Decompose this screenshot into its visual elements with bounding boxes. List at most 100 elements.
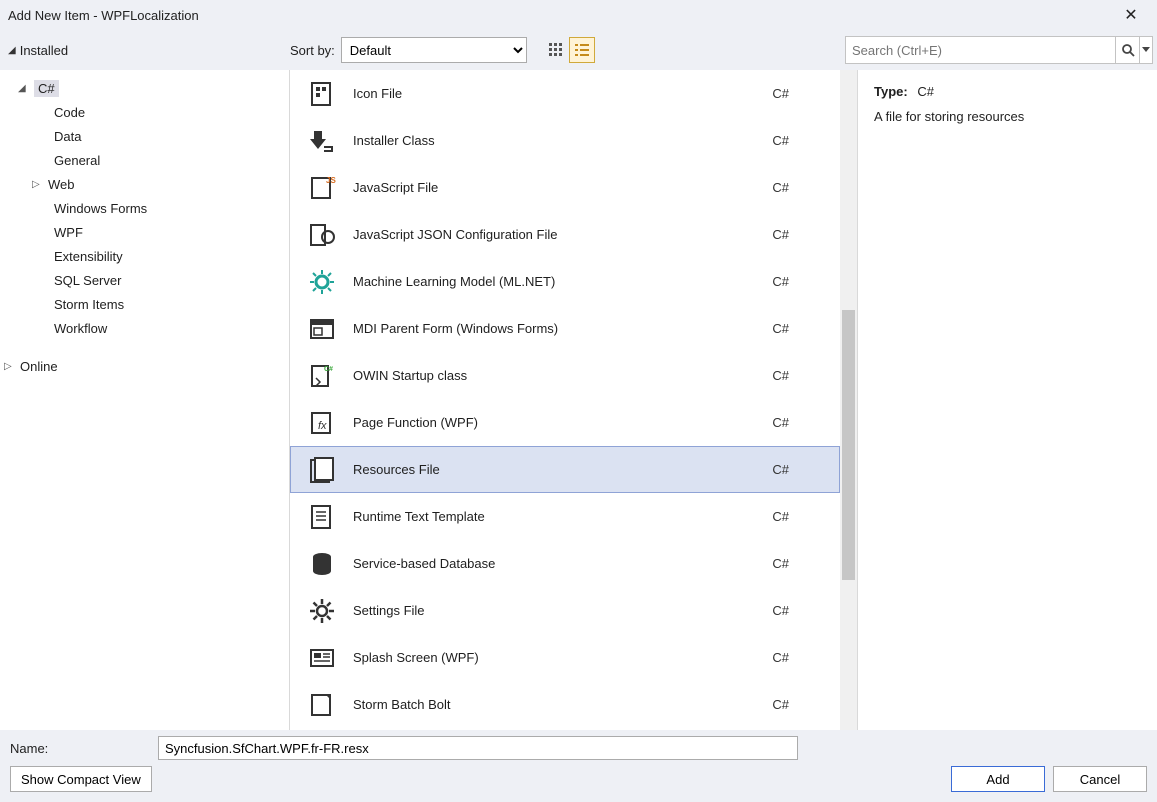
icon-file-icon [305, 77, 339, 111]
sort-by-select[interactable]: Default [341, 37, 527, 63]
bottom-panel: Name: Show Compact View Add Cancel [0, 730, 1157, 802]
search-input[interactable] [845, 36, 1115, 64]
pagefunc-icon: fx [305, 406, 339, 440]
caret-right-icon: ▷ [32, 179, 44, 190]
template-row[interactable]: Installer ClassC# [290, 117, 840, 164]
tree-item-workflow[interactable]: Workflow [0, 316, 289, 340]
button-row: Show Compact View Add Cancel [10, 766, 1147, 792]
template-row[interactable]: MDI Parent Form (Windows Forms)C# [290, 305, 840, 352]
template-row[interactable]: Storm Batch BoltC# [290, 681, 840, 728]
sort-area: Sort by: Default [290, 37, 527, 63]
tree-item-web[interactable]: ▷Web [0, 172, 289, 196]
template-lang: C# [772, 603, 789, 618]
template-name: JavaScript JSON Configuration File [353, 227, 772, 242]
scrollbar-thumb[interactable] [842, 310, 855, 580]
template-row[interactable]: Runtime Text TemplateC# [290, 493, 840, 540]
template-row[interactable]: Icon FileC# [290, 70, 840, 117]
template-row[interactable]: Machine Learning Model (ML.NET)C# [290, 258, 840, 305]
svg-text:fx: fx [318, 420, 327, 432]
template-name: Runtime Text Template [353, 509, 772, 524]
template-lang: C# [772, 462, 789, 477]
js-file-icon: JS [305, 171, 339, 205]
template-row[interactable]: JavaScript JSON Configuration FileC# [290, 211, 840, 258]
template-lang: C# [772, 274, 789, 289]
template-lang: C# [772, 86, 789, 101]
close-button[interactable]: ✕ [1113, 5, 1149, 25]
template-row[interactable]: Splash Screen (WPF)C# [290, 634, 840, 681]
resources-icon [305, 453, 339, 487]
details-description: A file for storing resources [874, 109, 1141, 124]
template-name: Splash Screen (WPF) [353, 650, 772, 665]
template-lang: C# [772, 509, 789, 524]
template-name: Service-based Database [353, 556, 772, 571]
chevron-down-icon [1142, 46, 1150, 54]
scrollbar[interactable] [840, 70, 857, 730]
tree-item-label: C# [34, 80, 59, 97]
template-row[interactable]: Settings FileC# [290, 587, 840, 634]
template-lang: C# [772, 556, 789, 571]
template-lang: C# [772, 321, 789, 336]
storm-icon [305, 688, 339, 722]
tree-item-general[interactable]: General [0, 148, 289, 172]
template-lang: C# [772, 133, 789, 148]
view-grid-button[interactable] [543, 37, 569, 63]
template-row[interactable]: Resources FileC# [290, 446, 840, 493]
sort-by-label: Sort by: [290, 43, 335, 58]
template-row[interactable]: JS JavaScript FileC# [290, 164, 840, 211]
tree-item-extensibility[interactable]: Extensibility [0, 244, 289, 268]
tree-item-storm[interactable]: Storm Items [0, 292, 289, 316]
template-lang: C# [772, 697, 789, 712]
template-row[interactable]: Service-based DatabaseC# [290, 540, 840, 587]
svg-text:C#: C# [324, 366, 333, 373]
template-lang: C# [772, 650, 789, 665]
search-dropdown-button[interactable] [1139, 36, 1153, 64]
category-tree: ◢ C# Code Data General ▷Web Windows Form… [0, 70, 290, 730]
template-lang: C# [772, 415, 789, 430]
show-compact-view-button[interactable]: Show Compact View [10, 766, 152, 792]
tree-item-wpf[interactable]: WPF [0, 220, 289, 244]
template-name: Icon File [353, 86, 772, 101]
list-icon [574, 42, 590, 58]
tree-header-installed[interactable]: ◢ Installed [0, 43, 290, 58]
toolbar: ◢ Installed Sort by: Default [0, 30, 1157, 70]
view-list-button[interactable] [569, 37, 595, 63]
template-name: OWIN Startup class [353, 368, 772, 383]
owin-icon: C# [305, 359, 339, 393]
template-name: MDI Parent Form (Windows Forms) [353, 321, 772, 336]
main-content: ◢ C# Code Data General ▷Web Windows Form… [0, 70, 1157, 730]
caret-down-icon: ◢ [18, 83, 30, 94]
search-button[interactable] [1115, 36, 1139, 64]
window-title: Add New Item - WPFLocalization [8, 8, 1113, 23]
details-type-value: C# [917, 84, 934, 99]
template-name: Machine Learning Model (ML.NET) [353, 274, 772, 289]
template-lang: C# [772, 368, 789, 383]
template-row[interactable]: fxPage Function (WPF)C# [290, 399, 840, 446]
tree-item-sqlserver[interactable]: SQL Server [0, 268, 289, 292]
settings-icon [305, 594, 339, 628]
tree-item-online[interactable]: ▷Online [0, 354, 289, 378]
caret-down-icon: ◢ [8, 45, 16, 56]
tree-item-csharp[interactable]: ◢ C# [0, 76, 289, 100]
svg-text:JS: JS [326, 176, 336, 185]
add-button[interactable]: Add [951, 766, 1045, 792]
template-lang: C# [772, 180, 789, 195]
tree-item-winforms[interactable]: Windows Forms [0, 196, 289, 220]
tree-item-data[interactable]: Data [0, 124, 289, 148]
name-input[interactable] [158, 736, 798, 760]
template-list[interactable]: Icon FileC#Installer ClassC#JSJavaScript… [290, 70, 840, 730]
json-file-icon [305, 218, 339, 252]
tree-item-code[interactable]: Code [0, 100, 289, 124]
tree-header-label: Installed [20, 43, 68, 58]
template-name: JavaScript File [353, 180, 772, 195]
view-mode-buttons [543, 37, 595, 63]
name-label: Name: [10, 741, 158, 756]
details-pane: Type: C# A file for storing resources [857, 70, 1157, 730]
name-row: Name: [10, 736, 1147, 760]
splash-icon [305, 641, 339, 675]
template-row[interactable]: C#OWIN Startup classC# [290, 352, 840, 399]
cancel-button[interactable]: Cancel [1053, 766, 1147, 792]
template-name: Settings File [353, 603, 772, 618]
titlebar: Add New Item - WPFLocalization ✕ [0, 0, 1157, 30]
details-type-row: Type: C# [874, 84, 1141, 99]
search-icon [1121, 43, 1135, 57]
